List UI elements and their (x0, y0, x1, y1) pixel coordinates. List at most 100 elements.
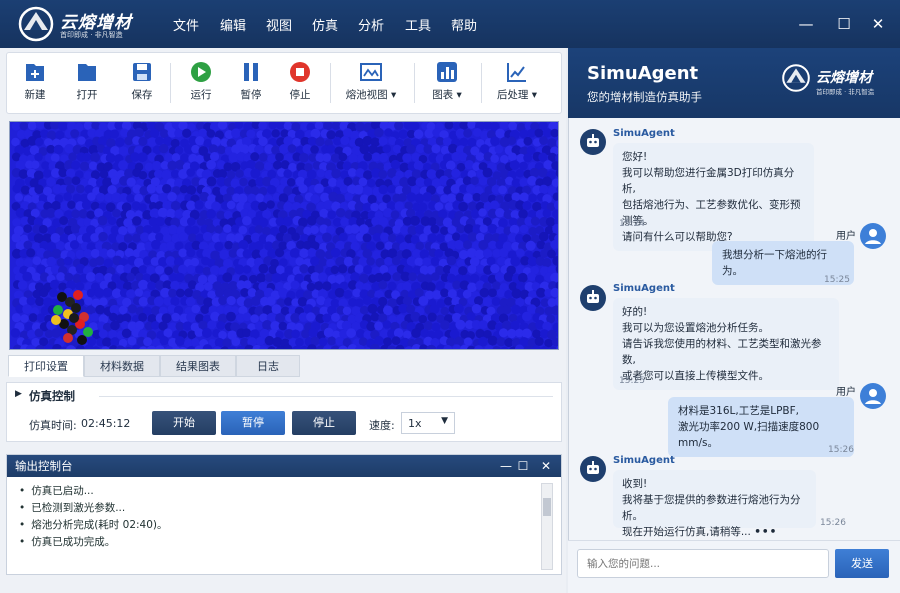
powder-particle (90, 152, 101, 163)
powder-particle (539, 184, 549, 194)
question-input[interactable] (577, 549, 829, 578)
maximize-icon[interactable]: ☐ (514, 455, 532, 477)
powder-particle (208, 144, 218, 154)
new-button[interactable]: 新建 (17, 61, 53, 109)
powder-particle (49, 279, 60, 290)
tab-result-charts[interactable]: 结果图表 (160, 355, 236, 377)
pause-label: 暂停 (240, 89, 262, 101)
powder-particle (19, 122, 29, 131)
speed-select[interactable]: 1x ▼ (401, 412, 455, 434)
open-button[interactable]: 打开 (69, 61, 105, 109)
close-icon[interactable]: ✕ (864, 10, 892, 38)
powder-particle (339, 184, 349, 194)
close-icon[interactable]: ✕ (537, 455, 555, 477)
melt-pool-viewport[interactable] (9, 121, 559, 350)
powder-particle (508, 122, 518, 131)
powder-particle (450, 184, 461, 194)
powder-particle (482, 297, 493, 307)
powder-particle (463, 193, 474, 204)
save-button[interactable]: 保存 (124, 61, 160, 109)
menu-view[interactable]: 视图 (266, 15, 292, 34)
powder-particle (488, 288, 498, 298)
powder-particle (256, 336, 265, 346)
powder-particle (219, 249, 230, 260)
powder-particle (473, 296, 484, 306)
powder-particle (446, 255, 457, 266)
powder-particle (515, 168, 525, 178)
powder-particle (318, 337, 328, 347)
powder-particle (378, 296, 388, 307)
section-divider (99, 396, 553, 397)
powder-particle (556, 249, 558, 257)
tab-log[interactable]: 日志 (236, 355, 300, 377)
powder-particle (301, 329, 310, 339)
powder-particle (413, 160, 424, 171)
menu-file[interactable]: 文件 (173, 15, 199, 34)
minimize-icon[interactable]: — (497, 455, 515, 477)
menu-tools[interactable]: 工具 (405, 15, 431, 34)
tab-material-data[interactable]: 材料数据 (84, 355, 160, 377)
powder-particle (523, 153, 533, 163)
powder-particle (466, 312, 476, 322)
message-time: 15:24 (619, 219, 645, 229)
powder-particle (214, 225, 223, 234)
powder-particle (63, 256, 73, 266)
powder-particle (398, 193, 407, 202)
maximize-icon[interactable]: ☐ (830, 10, 858, 38)
stop-button[interactable]: 停止 (282, 61, 318, 109)
powder-particle (178, 346, 187, 349)
post-process-button[interactable]: 后处理 ▾ (489, 61, 545, 109)
scroll-thumb[interactable] (543, 498, 551, 516)
brand-slogan: 首印即成 · 非凡智造 (60, 31, 123, 39)
stop-sim-button[interactable]: 停止 (292, 411, 356, 435)
collapse-triangle-icon[interactable]: ▶ (15, 389, 22, 399)
powder-particle (363, 152, 373, 162)
powder-particle (322, 153, 332, 162)
pause-button[interactable]: 暂停 (233, 61, 269, 109)
powder-particle (378, 153, 389, 163)
powder-particle (413, 129, 424, 139)
powder-particle (521, 328, 532, 339)
pause-sim-button[interactable]: 暂停 (221, 411, 285, 435)
powder-particle (278, 321, 288, 331)
minimize-icon[interactable]: — (792, 10, 820, 38)
menu-help[interactable]: 帮助 (451, 15, 477, 34)
powder-particle (109, 129, 120, 139)
powder-particle (250, 168, 261, 179)
run-button[interactable]: 运行 (183, 61, 219, 109)
powder-particle (271, 129, 280, 138)
send-button[interactable]: 发送 (835, 549, 889, 578)
agent-message: 收到! 我将基于您提供的参数进行熔池行为分析。 现在开始运行仿真,请稍等... •… (613, 470, 816, 538)
menu-edit[interactable]: 编辑 (220, 15, 246, 34)
agent-slogan: 首印即成 · 非凡智造 (816, 88, 875, 96)
powder-particle (440, 288, 449, 298)
powder-particle (49, 288, 58, 298)
powder-particle (406, 192, 417, 202)
powder-particle (391, 256, 401, 266)
powder-particle (527, 272, 537, 282)
powder-particle (132, 216, 142, 226)
melt-pool-particle (83, 327, 93, 337)
powder-particle (440, 226, 449, 236)
powder-particle (370, 202, 379, 212)
powder-particle (284, 297, 293, 306)
pool-view-button[interactable]: 熔池视图 ▾ (343, 61, 399, 109)
start-button[interactable]: 开始 (152, 411, 216, 435)
powder-particle (23, 224, 32, 233)
chart-button[interactable]: 图表 ▾ (425, 61, 469, 109)
powder-particle (358, 337, 368, 346)
menu-analyze[interactable]: 分析 (358, 15, 384, 34)
console-scrollbar[interactable] (541, 483, 553, 570)
powder-particle (470, 209, 480, 219)
powder-particle (64, 143, 74, 154)
tab-bar: 打印设置 材料数据 结果图表 日志 (6, 355, 562, 377)
powder-particle (353, 184, 364, 195)
powder-particle (138, 265, 148, 274)
powder-particle (247, 288, 257, 297)
menu-simulate[interactable]: 仿真 (312, 15, 338, 34)
powder-particle (46, 177, 56, 187)
sim-time-label: 仿真时间: (29, 419, 77, 432)
tab-print-settings[interactable]: 打印设置 (8, 355, 84, 377)
powder-particle (182, 128, 192, 138)
powder-particle (95, 256, 105, 266)
